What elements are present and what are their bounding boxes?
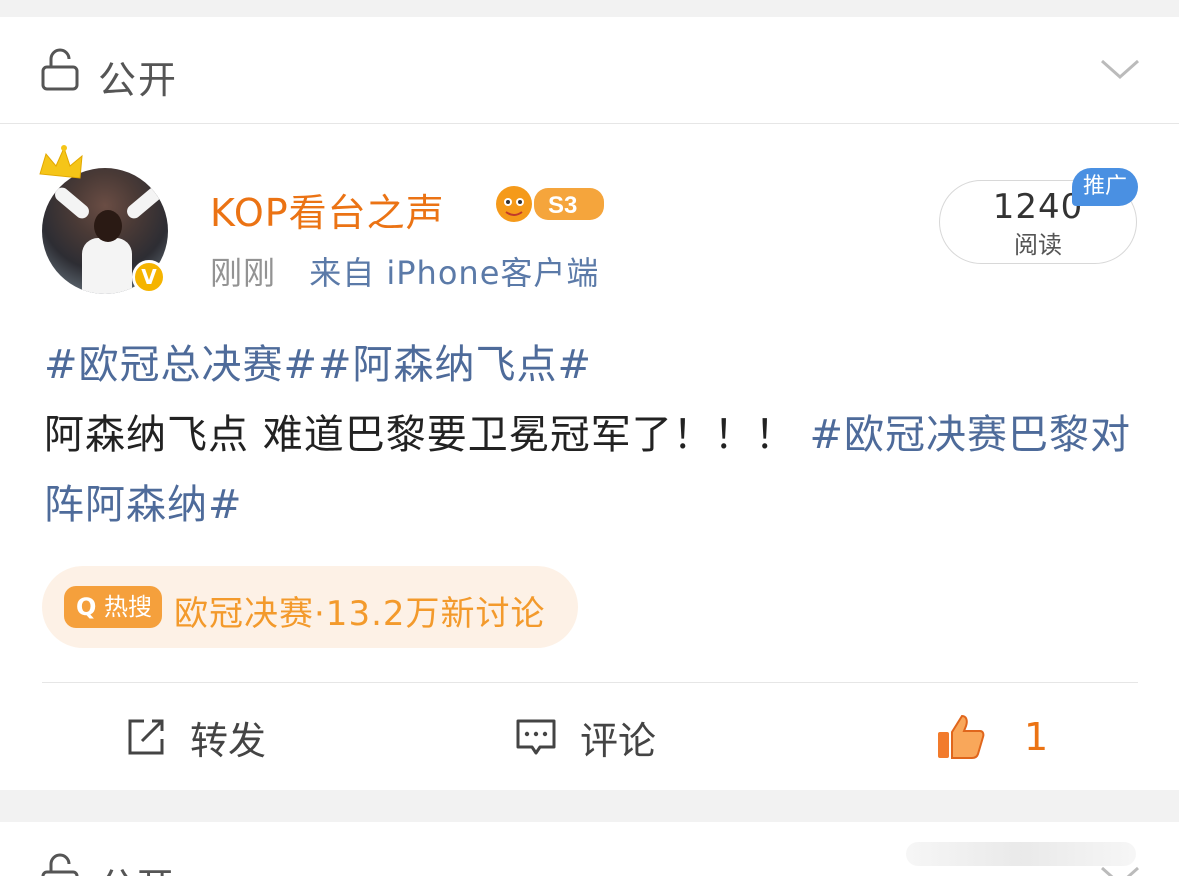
hot-search-text: 欧冠决赛·13.2万新讨论 — [174, 594, 546, 634]
post-body-text: 阿森纳飞点 难道巴黎要卫冕冠军了！！！ — [44, 412, 796, 458]
hot-search-icon-label: 热搜 — [104, 593, 153, 621]
repost-label: 转发 — [190, 718, 267, 763]
comment-label: 评论 — [580, 718, 657, 763]
visibility-row[interactable]: 公开 — [0, 17, 1179, 124]
visibility-label: 公开 — [98, 58, 179, 102]
repost-icon — [128, 719, 164, 755]
post-card: V KOP看台之声 S3 刚刚 来自 iPhone客户端 1240 阅读 推广 … — [0, 124, 1179, 790]
hashtag-arsenal[interactable]: #阿森纳飞点# — [318, 342, 592, 388]
post-client: 来自 iPhone客户端 — [309, 254, 600, 292]
comment-button[interactable]: 评论 — [514, 712, 657, 763]
divider — [42, 682, 1138, 683]
visibility-label: 公开 — [98, 856, 174, 876]
comment-icon — [516, 719, 556, 755]
unlock-icon — [41, 853, 79, 876]
hashtag-ucl-final[interactable]: #欧冠总决赛# — [44, 342, 318, 388]
post-content: #欧冠总决赛##阿森纳飞点# 阿森纳飞点 难道巴黎要卫冕冠军了！！！ #欧冠决赛… — [44, 330, 1144, 540]
username[interactable]: KOP看台之声 — [210, 182, 445, 237]
thumbs-up-icon — [938, 714, 985, 759]
level-badge-text: S3 — [548, 192, 577, 219]
post-meta: 刚刚 来自 iPhone客户端 — [210, 248, 599, 294]
visibility-bar: 公开 — [0, 17, 1179, 124]
like-button[interactable]: 1 — [936, 712, 1048, 762]
post-time: 刚刚 — [210, 254, 277, 292]
unlock-icon — [41, 48, 79, 91]
blurred-content — [906, 842, 1136, 866]
next-post-card: 公开 — [0, 822, 1179, 876]
level-badge-icon: S3 — [496, 186, 604, 222]
chevron-down-icon[interactable] — [1100, 864, 1140, 876]
like-count: 1 — [1024, 715, 1049, 759]
chevron-down-icon[interactable] — [1100, 57, 1140, 81]
avatar[interactable]: V — [36, 144, 176, 294]
read-label: 阅读 — [1014, 231, 1062, 259]
verified-badge: V — [132, 260, 166, 294]
crown-icon — [39, 145, 83, 179]
hot-search-chip[interactable]: Q 热搜 欧冠决赛·13.2万新讨论 — [42, 566, 578, 648]
repost-button[interactable]: 转发 — [124, 712, 267, 763]
promo-tag: 推广 — [1072, 168, 1138, 206]
hot-search-icon: Q 热搜 — [64, 586, 162, 628]
